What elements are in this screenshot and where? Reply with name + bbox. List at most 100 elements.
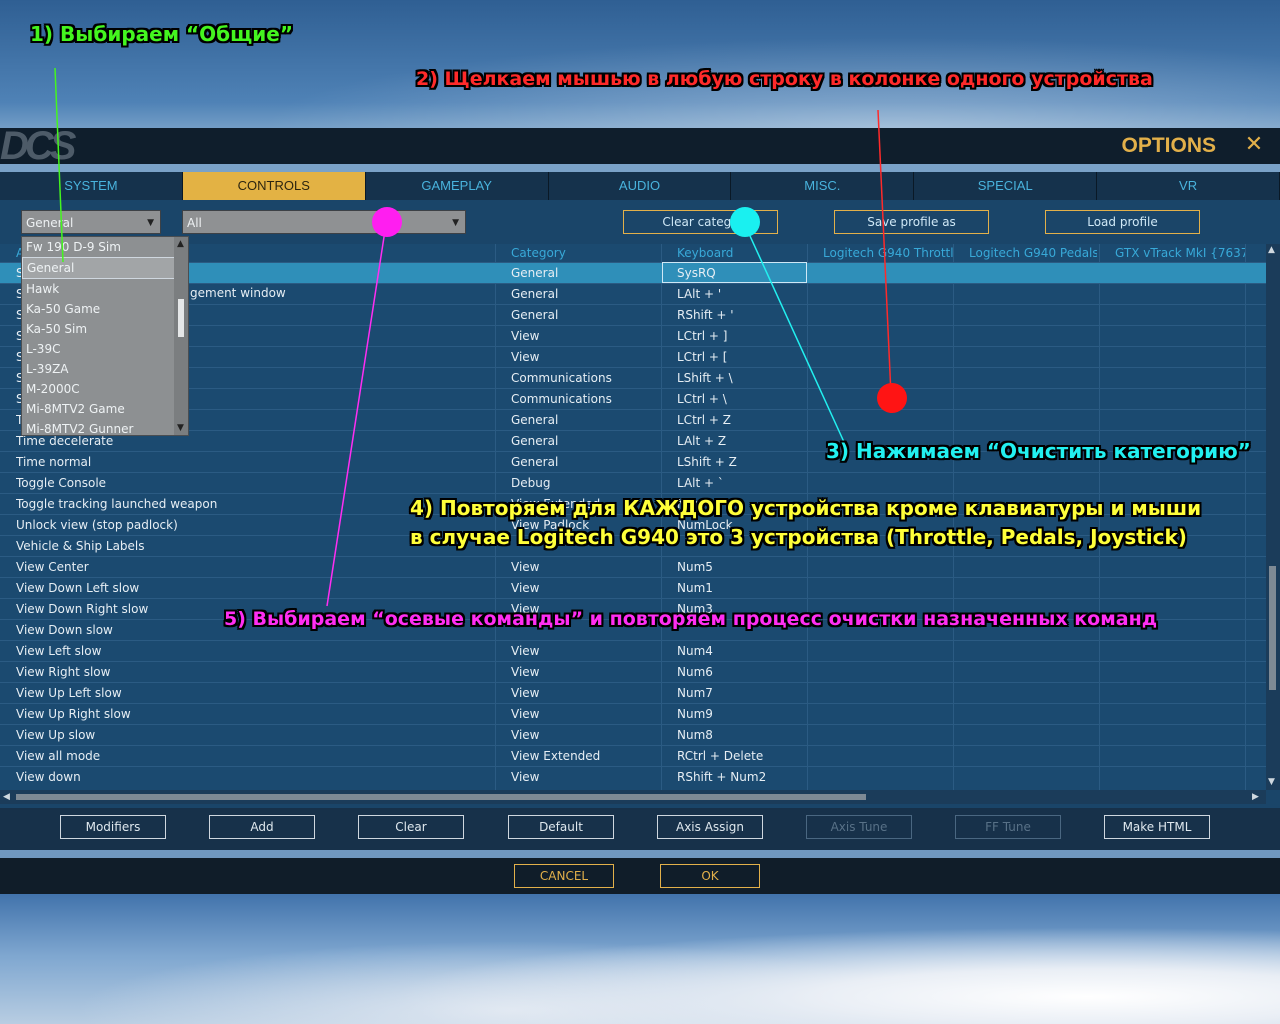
cell-action[interactable]: View Right slow: [16, 662, 486, 683]
horizontal-scrollbar[interactable]: ◀ ▶: [0, 790, 1266, 804]
cell-category[interactable]: General: [511, 431, 656, 452]
cell-category[interactable]: General: [511, 284, 656, 305]
cell-keyboard[interactable]: LCtrl + ]: [677, 326, 805, 347]
cell-category[interactable]: View: [511, 662, 656, 683]
dropdown-item[interactable]: General: [22, 257, 188, 279]
cell-category[interactable]: General: [511, 452, 656, 473]
table-row[interactable]: S View LCtrl + ]: [0, 325, 1266, 347]
cell-category[interactable]: General: [511, 263, 656, 284]
cell-category[interactable]: View: [511, 347, 656, 368]
load-profile-button[interactable]: Load profile: [1045, 210, 1200, 234]
cell-keyboard[interactable]: LAlt + Z: [677, 431, 805, 452]
cell-category[interactable]: View: [511, 641, 656, 662]
cell-category[interactable]: View: [511, 767, 656, 788]
header-pedals[interactable]: Logitech G940 Pedals: [969, 244, 1097, 262]
cell-keyboard[interactable]: LCtrl + \: [677, 389, 805, 410]
cell-action[interactable]: Toggle Console: [16, 473, 486, 494]
cell-action[interactable]: View Up Left slow: [16, 683, 486, 704]
close-icon[interactable]: ✕: [1242, 133, 1266, 157]
cell-action[interactable]: View down: [16, 767, 486, 788]
table-row[interactable]: S Communications LShift + \: [0, 367, 1266, 389]
save-profile-button[interactable]: Save profile as: [834, 210, 989, 234]
dropdown-item[interactable]: Mi-8MTV2 Gunner: [22, 419, 188, 435]
tab-audio[interactable]: AUDIO: [549, 172, 732, 200]
cell-category[interactable]: View Extended: [511, 746, 656, 767]
table-row[interactable]: View down View RShift + Num2: [0, 766, 1266, 788]
header-category[interactable]: Category: [511, 244, 656, 262]
modifiers-button[interactable]: Modifiers: [60, 815, 166, 839]
table-row[interactable]: View Center View Num5: [0, 556, 1266, 578]
cell-action[interactable]: View Up slow: [16, 725, 486, 746]
dropdown-scroll-thumb[interactable]: [178, 299, 184, 337]
tab-misc[interactable]: MISC.: [731, 172, 915, 200]
cell-category[interactable]: View: [511, 683, 656, 704]
tab-controls[interactable]: CONTROLS: [182, 172, 366, 200]
vertical-scrollbar[interactable]: ▲ ▼: [1266, 244, 1280, 790]
dropdown-item[interactable]: Hawk: [22, 279, 188, 299]
tab-vr[interactable]: VR: [1097, 172, 1280, 200]
cell-keyboard[interactable]: LAlt + ': [677, 284, 805, 305]
header-throttle[interactable]: Logitech G940 Throttle: [823, 244, 953, 262]
scroll-down-icon[interactable]: ▼: [177, 422, 184, 434]
cell-category[interactable]: View: [511, 725, 656, 746]
cell-category[interactable]: Communications: [511, 368, 656, 389]
scroll-up-icon[interactable]: ▲: [1268, 244, 1275, 256]
scroll-up-icon[interactable]: ▲: [177, 238, 184, 250]
table-row[interactable]: Toggle Console Debug LAlt + `: [0, 472, 1266, 494]
scroll-thumb[interactable]: [16, 794, 866, 800]
add-button[interactable]: Add: [209, 815, 315, 839]
table-row[interactable]: S Communications LCtrl + \: [0, 388, 1266, 410]
tab-system[interactable]: SYSTEM: [0, 172, 183, 200]
default-button[interactable]: Default: [508, 815, 614, 839]
cell-category[interactable]: Communications: [511, 389, 656, 410]
axis-assign-button[interactable]: Axis Assign: [657, 815, 763, 839]
dropdown-item[interactable]: Ka-50 Game: [22, 299, 188, 319]
table-row[interactable]: View Right slow View Num6: [0, 661, 1266, 683]
table-row[interactable]: S View LCtrl + [: [0, 346, 1266, 368]
cell-category[interactable]: General: [511, 305, 656, 326]
cell-keyboard[interactable]: Num9: [677, 704, 805, 725]
dropdown-scrollbar[interactable]: ▲ ▼: [174, 237, 188, 435]
cell-keyboard[interactable]: LAlt + `: [677, 473, 805, 494]
cell-action[interactable]: View Center: [16, 557, 486, 578]
table-row[interactable]: S General RShift + ': [0, 304, 1266, 326]
scroll-right-icon[interactable]: ▶: [1252, 791, 1259, 803]
cell-keyboard[interactable]: RCtrl + Delete: [677, 746, 805, 767]
cell-keyboard[interactable]: RShift + Num2: [677, 767, 805, 788]
category-select[interactable]: All ▼: [182, 210, 466, 234]
header-trackir[interactable]: GTX vTrack MkI {7637.: [1115, 244, 1245, 262]
cell-category[interactable]: Debug: [511, 473, 656, 494]
tab-gameplay[interactable]: GAMEPLAY: [366, 172, 549, 200]
cell-category[interactable]: View: [511, 326, 656, 347]
scroll-down-icon[interactable]: ▼: [1268, 776, 1275, 788]
table-row[interactable]: View Up Right slow View Num9: [0, 703, 1266, 725]
axis-tune-button[interactable]: Axis Tune: [806, 815, 912, 839]
cell-keyboard[interactable]: Num7: [677, 683, 805, 704]
cell-keyboard[interactable]: LCtrl + Z: [677, 410, 805, 431]
cell-keyboard[interactable]: Num8: [677, 725, 805, 746]
clear-button[interactable]: Clear: [358, 815, 464, 839]
table-row[interactable]: View Down Left slow View Num1: [0, 577, 1266, 599]
cell-keyboard[interactable]: Num6: [677, 662, 805, 683]
cell-category[interactable]: View: [511, 557, 656, 578]
table-row[interactable]: S General SysRQ: [0, 262, 1266, 284]
cell-category[interactable]: View: [511, 578, 656, 599]
scroll-thumb[interactable]: [1269, 566, 1276, 690]
cell-keyboard[interactable]: RShift + ': [677, 305, 805, 326]
dropdown-item[interactable]: Mi-8MTV2 Game: [22, 399, 188, 419]
cell-keyboard[interactable]: LShift + \: [677, 368, 805, 389]
table-row[interactable]: View Up Left slow View Num7: [0, 682, 1266, 704]
cancel-button[interactable]: CANCEL: [514, 864, 614, 888]
cell-keyboard[interactable]: LCtrl + [: [677, 347, 805, 368]
table-row[interactable]: View Up slow View Num8: [0, 724, 1266, 746]
tab-special[interactable]: SPECIAL: [914, 172, 1098, 200]
cell-action[interactable]: View Left slow: [16, 641, 486, 662]
cell-keyboard[interactable]: LShift + Z: [677, 452, 805, 473]
scroll-left-icon[interactable]: ◀: [3, 791, 10, 803]
cell-category[interactable]: View: [511, 704, 656, 725]
aircraft-dropdown-list[interactable]: Fw 190 D-9 Sim General Hawk Ka-50 Game Ka-50…: [21, 236, 189, 436]
table-row[interactable]: T General LCtrl + Z: [0, 409, 1266, 431]
cell-keyboard[interactable]: Num4: [677, 641, 805, 662]
cell-category[interactable]: General: [511, 410, 656, 431]
dropdown-item[interactable]: L-39C: [22, 339, 188, 359]
